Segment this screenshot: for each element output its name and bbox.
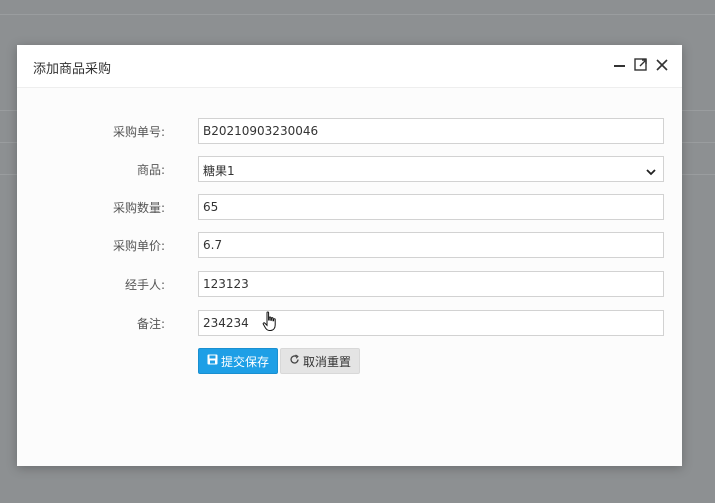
dialog-title: 添加商品采购 bbox=[33, 62, 112, 77]
product-select[interactable]: 糖果1 bbox=[198, 156, 664, 182]
refresh-icon bbox=[289, 354, 300, 368]
unit-price-label: 采购单价: bbox=[112, 239, 165, 253]
submit-save-label: 提交保存 bbox=[220, 354, 269, 369]
product-select-value: 糖果1 bbox=[203, 164, 235, 178]
chevron-down-icon bbox=[645, 163, 657, 176]
hand-cursor-icon bbox=[262, 311, 278, 333]
remark-label: 备注: bbox=[136, 317, 165, 331]
dialog-header: 添加商品采购 bbox=[17, 45, 682, 88]
close-icon[interactable] bbox=[654, 57, 670, 73]
form-row-purchase-no: 采购单号: bbox=[17, 118, 682, 144]
form-row-unit-price: 采购单价: bbox=[17, 232, 682, 258]
save-icon bbox=[207, 354, 218, 368]
form-row-product: 商品: 糖果1 bbox=[17, 156, 682, 182]
form-row-handler: 经手人: bbox=[17, 271, 682, 297]
submit-save-button[interactable]: 提交保存 bbox=[198, 348, 278, 374]
handler-label: 经手人: bbox=[124, 278, 165, 292]
purchase-no-input[interactable] bbox=[199, 119, 653, 143]
form-row-remark: 备注: bbox=[17, 310, 682, 336]
add-purchase-dialog: 添加商品采购 采购单号: 商品: 糖果1 bbox=[17, 45, 682, 466]
unit-price-field[interactable] bbox=[198, 232, 664, 258]
cancel-reset-button[interactable]: 取消重置 bbox=[280, 348, 360, 374]
cancel-reset-label: 取消重置 bbox=[302, 354, 351, 369]
purchase-no-label: 采购单号: bbox=[112, 125, 165, 139]
backdrop-line bbox=[0, 14, 715, 15]
purchase-no-field[interactable] bbox=[198, 118, 664, 144]
unit-price-input[interactable] bbox=[199, 233, 653, 257]
quantity-input[interactable] bbox=[199, 195, 653, 219]
product-label: 商品: bbox=[136, 163, 165, 177]
form-row-quantity: 采购数量: bbox=[17, 194, 682, 220]
maximize-icon[interactable] bbox=[633, 57, 649, 73]
handler-field[interactable] bbox=[198, 271, 664, 297]
handler-input[interactable] bbox=[199, 272, 653, 296]
quantity-label: 采购数量: bbox=[112, 201, 165, 215]
minimize-icon[interactable] bbox=[612, 57, 628, 73]
quantity-field[interactable] bbox=[198, 194, 664, 220]
